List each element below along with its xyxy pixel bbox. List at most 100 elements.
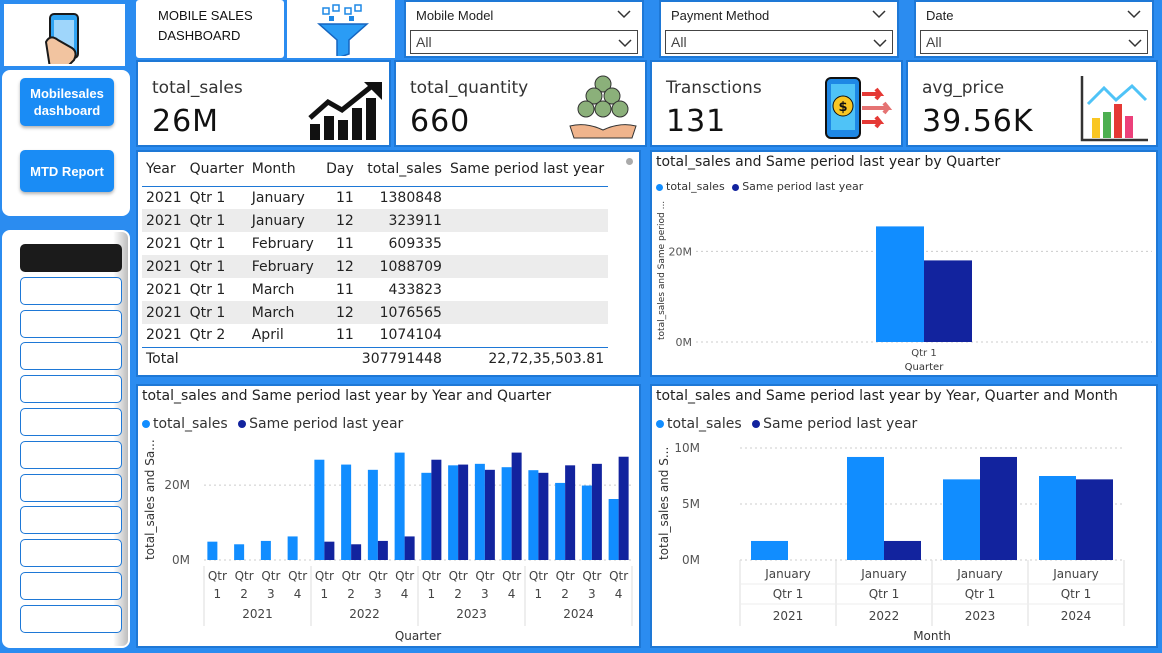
chevron-down-icon[interactable]	[1126, 6, 1142, 22]
y-axis-title: total_sales and Sa...	[143, 439, 157, 560]
y-tick-label: 0M	[172, 553, 190, 567]
bar	[260, 540, 271, 560]
total-sales-value: 307791448	[361, 350, 442, 367]
mtd-report-button[interactable]: MTD Report	[20, 150, 114, 192]
x-group-label: 2021	[773, 609, 804, 623]
legend-label: Same period last year	[249, 416, 404, 432]
table-row[interactable]: 2021 Qtr 1 February 11 609335	[142, 232, 608, 255]
table-cell	[446, 324, 608, 347]
x-tick-label: Qtr	[475, 569, 494, 583]
sidebar-nav-item[interactable]	[20, 375, 122, 404]
kpi-label: total_sales	[152, 78, 243, 98]
bar	[458, 464, 469, 560]
chart-title: total_sales and Same period last year by…	[142, 388, 552, 404]
kpi-card-transactions: Transctions 131 $	[650, 60, 903, 147]
kpi-value: 26M	[152, 104, 220, 139]
column-header[interactable]: Day	[318, 152, 358, 186]
table-cell: March	[251, 281, 295, 298]
slicer-label: Date	[926, 8, 954, 23]
chevron-down-icon[interactable]	[871, 6, 887, 22]
sidebar-nav-item[interactable]	[20, 473, 122, 502]
table-cell: 1380848	[379, 189, 442, 206]
bar	[924, 260, 972, 342]
bar	[1076, 479, 1113, 560]
y-tick-label: 5M	[682, 497, 700, 511]
bar	[501, 467, 512, 560]
bar	[324, 541, 335, 560]
bar	[581, 485, 592, 560]
x-tick-label: January	[956, 567, 1003, 581]
kpi-label: Transctions	[666, 78, 762, 98]
logo-panel	[4, 4, 125, 66]
legend-label: total_sales	[667, 416, 742, 432]
mobilesales-dashboard-button[interactable]: Mobilesales dashboard	[20, 78, 114, 126]
sidebar-nav-item[interactable]	[20, 506, 122, 535]
table-cell	[445, 209, 609, 232]
x-tick-label: Qtr 1	[869, 587, 900, 601]
slicer-date[interactable]: Date All	[914, 0, 1154, 58]
x-tick-label: 4	[508, 587, 516, 601]
x-tick-label: 4	[615, 587, 623, 601]
sidebar-nav-item[interactable]	[20, 244, 122, 272]
x-axis-title: Quarter	[395, 629, 441, 643]
table-cell: 433823	[388, 281, 442, 298]
x-group-label: 2021	[242, 607, 273, 621]
kpi-card-total-sales: total_sales 26M	[136, 60, 391, 147]
bar	[1039, 476, 1076, 560]
x-tick-label: 2	[347, 587, 355, 601]
sidebar-nav-item[interactable]	[20, 309, 122, 338]
bar	[341, 464, 352, 560]
bar	[448, 465, 459, 560]
bar-chart-icon	[1080, 76, 1148, 142]
column-header[interactable]: Same period last year	[446, 152, 608, 186]
column-header[interactable]: Year	[142, 152, 186, 186]
table-cell: Qtr 1	[185, 301, 248, 324]
sidebar-nav-item[interactable]	[20, 539, 122, 568]
dashboard-title-line2: DASHBOARD	[158, 28, 241, 43]
slicer-label: Payment Method	[671, 8, 770, 23]
x-tick-label: Qtr	[422, 569, 441, 583]
kpi-card-total-quantity: total_quantity 660	[394, 60, 647, 147]
x-tick-label: Qtr	[261, 569, 280, 583]
bar	[591, 463, 602, 560]
scrollbar-thumb[interactable]	[626, 158, 633, 165]
slicer-dropdown[interactable]: All	[920, 30, 1148, 54]
sidebar-nav-item[interactable]	[20, 440, 122, 469]
slicer-dropdown[interactable]: All	[410, 30, 638, 54]
x-tick-label: 3	[374, 587, 382, 601]
kpi-value: 660	[410, 104, 471, 139]
chevron-down-icon[interactable]	[616, 6, 632, 22]
column-header[interactable]: Month	[248, 152, 318, 186]
table-row[interactable]: 2021 Qtr 2 April 11 1074104	[142, 324, 608, 347]
table-cell: Qtr 2	[189, 327, 226, 344]
slicer-payment-method[interactable]: Payment Method All	[659, 0, 899, 58]
x-tick-label: Qtr	[208, 569, 227, 583]
table-cell: Qtr 1	[185, 209, 248, 232]
bar	[751, 540, 788, 560]
table-row[interactable]: 2021 Qtr 1 January 12 323911	[142, 209, 609, 232]
table-cell: 1074104	[379, 327, 442, 344]
table-row[interactable]: 2021 Qtr 1 March 12 1076565	[142, 301, 609, 324]
table-row[interactable]: 2021 Qtr 1 January 11 1380848	[142, 186, 608, 209]
x-tick-label: 3	[588, 587, 596, 601]
table-row[interactable]: 2021 Qtr 1 February 12 1088709	[142, 255, 609, 278]
sidebar-nav-item[interactable]	[20, 408, 122, 436]
slicer-label: Mobile Model	[416, 8, 494, 23]
x-tick-label: 1	[535, 587, 543, 601]
column-header[interactable]: Quarter	[186, 152, 248, 186]
kpi-card-avg-price: avg_price 39.56K	[906, 60, 1158, 147]
sidebar-nav-item[interactable]	[20, 604, 122, 633]
table-header-row: Year Quarter Month Day total_sales Same …	[142, 152, 609, 186]
sidebar-nav-item[interactable]	[20, 276, 122, 305]
bar	[980, 456, 1017, 560]
slicer-dropdown[interactable]: All	[665, 30, 893, 54]
sidebar-nav-item[interactable]	[20, 572, 122, 600]
slicer-mobile-model[interactable]: Mobile Model All	[404, 0, 644, 58]
column-header[interactable]: total_sales	[358, 152, 446, 186]
chevron-down-icon	[1128, 39, 1142, 48]
button-label-line1: Mobilesales	[30, 86, 104, 101]
x-tick-label: 3	[267, 587, 275, 601]
sidebar-nav-item[interactable]	[20, 342, 122, 371]
table-row[interactable]: 2021 Qtr 1 March 11 433823	[142, 278, 608, 301]
kpi-label: avg_price	[922, 78, 1005, 98]
